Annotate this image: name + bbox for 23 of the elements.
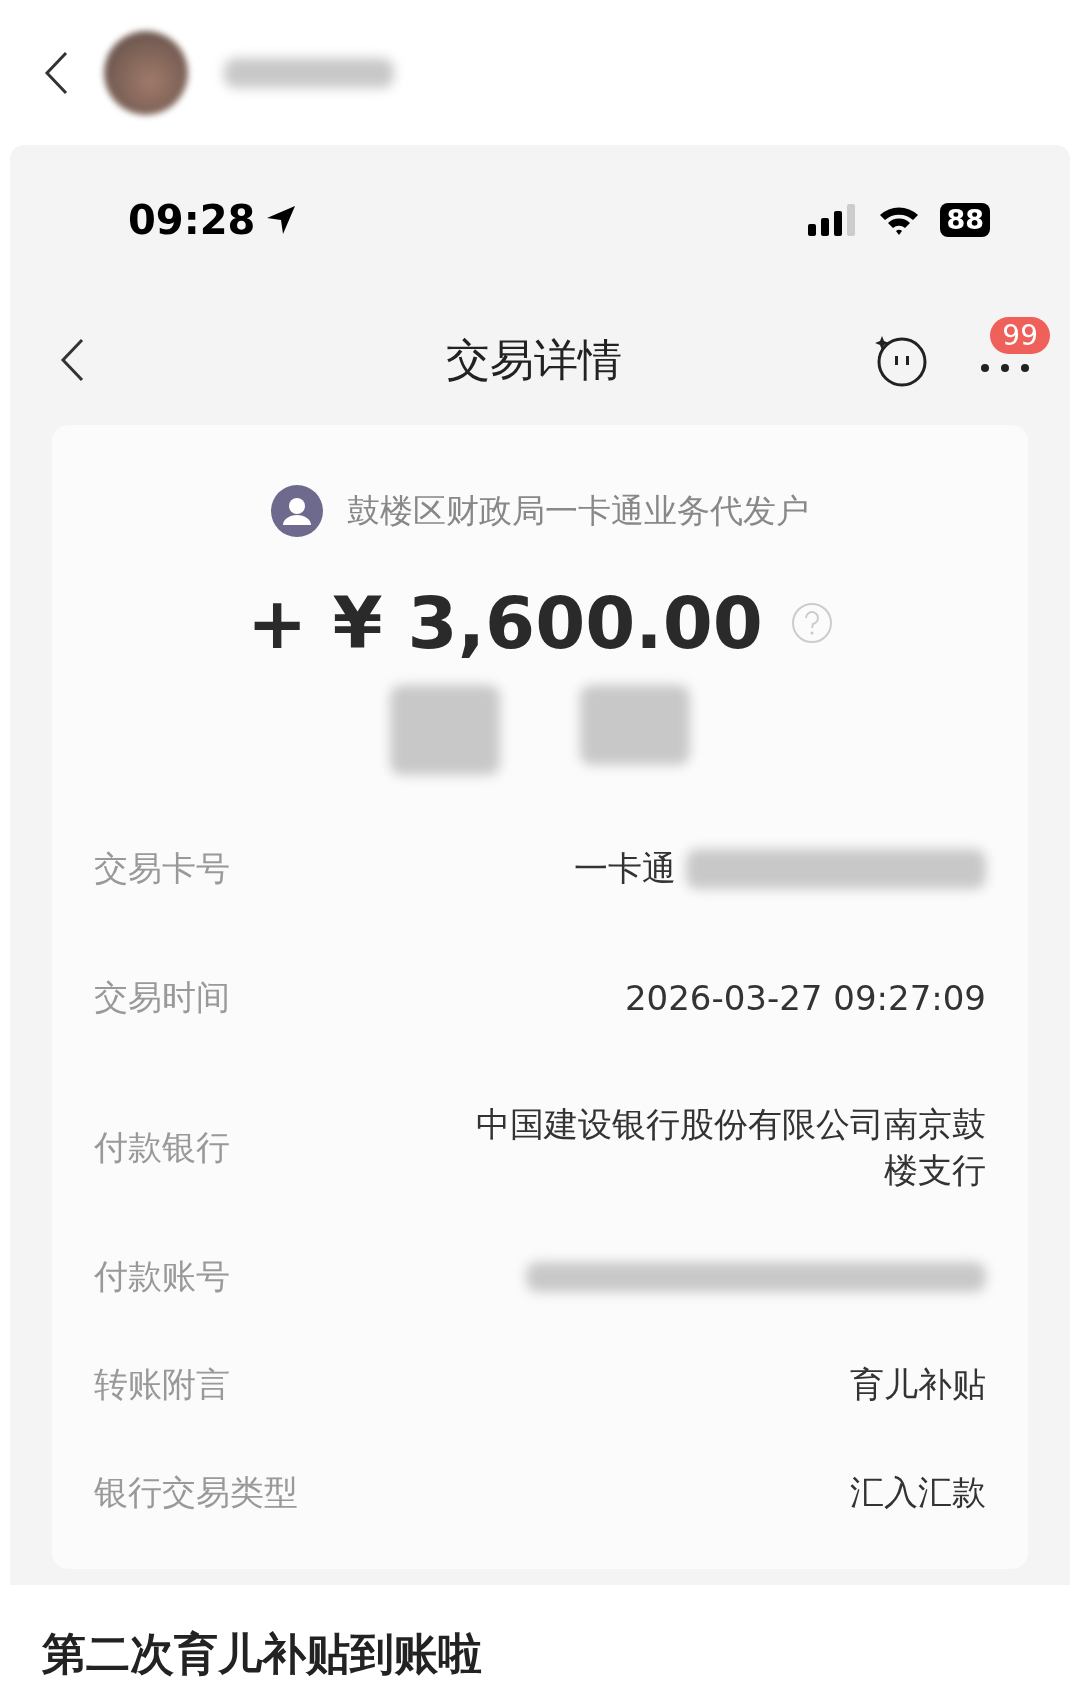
back-icon[interactable] [60,338,84,382]
back-icon[interactable] [44,50,68,95]
person-icon [271,485,323,537]
detail-label: 付款账号 [94,1255,230,1298]
more-icon[interactable] [980,363,1030,373]
page-title: 交易详情 [445,332,623,387]
detail-label: 银行交易类型 [94,1471,298,1514]
detail-value: 育儿补贴 [850,1363,986,1406]
detail-value: 中国建设银行股份有限公司南京鼓楼支行 [475,1103,986,1192]
amount: + ¥ 3,600.00 [247,581,763,665]
detail-label: 付款银行 [94,1126,230,1169]
battery-indicator: 88 [940,203,990,237]
detail-label: 交易卡号 [94,847,230,890]
location-icon [265,204,298,236]
notification-badge: 99 [990,317,1050,354]
detail-label: 转账附言 [94,1363,230,1406]
payer-name: 鼓楼区财政局一卡通业务代发户 [347,489,809,532]
detail-label: 交易时间 [94,976,230,1019]
detail-value: 2026-03-27 09:27:09 [624,978,986,1018]
status-time: 09:28 [128,197,256,243]
post-title: 第二次育儿补贴到账啦 [42,1627,483,1681]
detail-value: 一卡通 [574,847,676,890]
detail-value: 汇入汇款 [850,1471,986,1514]
